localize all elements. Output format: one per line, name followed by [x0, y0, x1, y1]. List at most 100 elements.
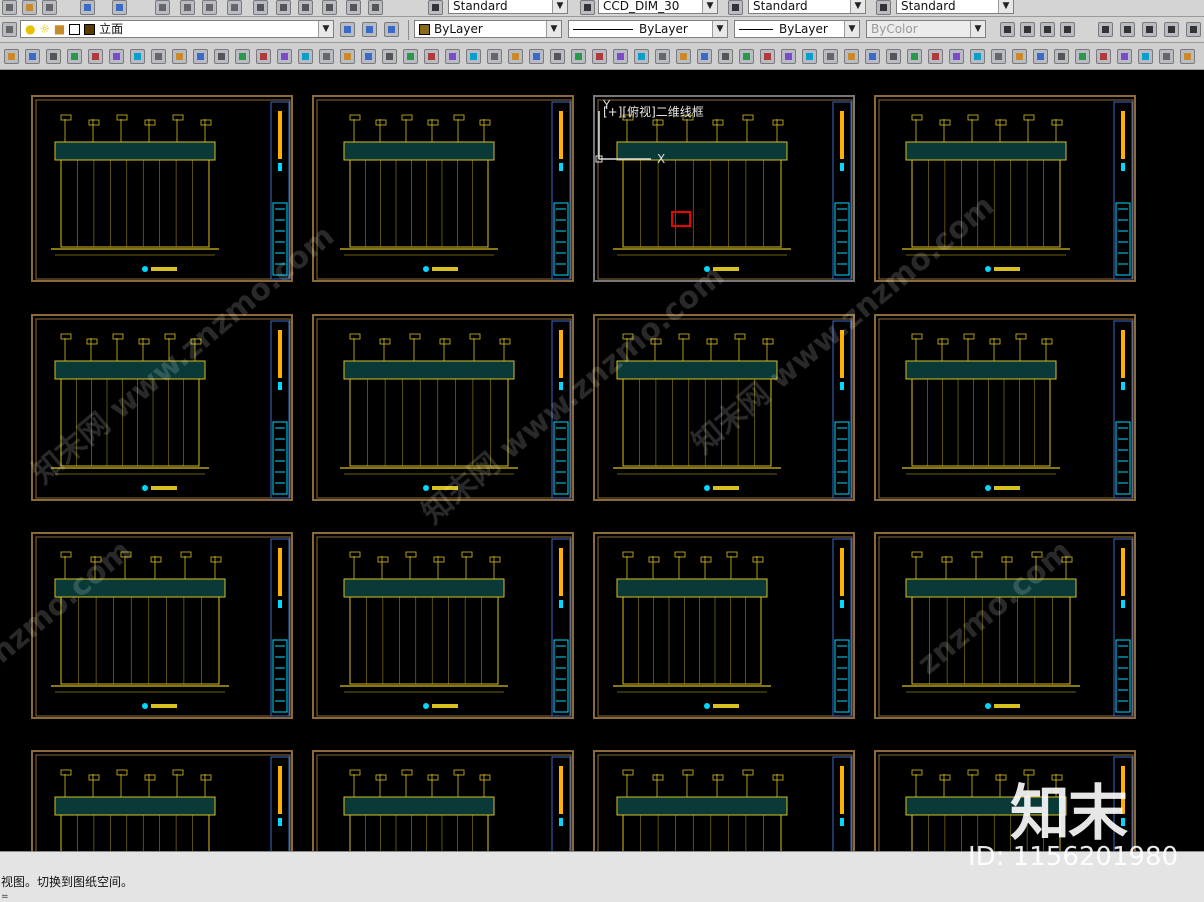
tool-palettes-icon[interactable] — [298, 0, 313, 15]
layer-previous-icon[interactable] — [362, 22, 377, 37]
zoom-window-icon[interactable] — [202, 0, 217, 15]
tool-icon[interactable] — [739, 49, 754, 64]
tool-icon[interactable] — [487, 49, 502, 64]
tool-icon[interactable] — [907, 49, 922, 64]
tool-icon[interactable] — [214, 49, 229, 64]
tool-icon[interactable] — [676, 49, 691, 64]
tool-icon[interactable] — [865, 49, 880, 64]
tool-icon[interactable] — [130, 49, 145, 64]
tool-icon[interactable] — [151, 49, 166, 64]
markup-icon[interactable] — [322, 0, 337, 15]
layout-sheet[interactable] — [31, 532, 293, 719]
layout-sheet[interactable] — [312, 750, 574, 851]
tool-icon[interactable] — [1054, 49, 1069, 64]
layout-sheet[interactable] — [312, 532, 574, 719]
tool-icon[interactable] — [1159, 49, 1174, 64]
redo-icon[interactable] — [112, 0, 127, 15]
tool-icon[interactable] — [886, 49, 901, 64]
open-icon[interactable] — [22, 0, 37, 15]
draworder-front-icon[interactable] — [1000, 22, 1015, 37]
layout-sheet[interactable] — [874, 95, 1136, 282]
color-select[interactable]: ByLayer ▼ — [414, 20, 562, 38]
layout-sheet[interactable] — [593, 314, 855, 501]
tool-icon[interactable] — [592, 49, 607, 64]
tool-icon[interactable] — [256, 49, 271, 64]
tool-icon[interactable] — [655, 49, 670, 64]
tool-icon[interactable] — [844, 49, 859, 64]
tool-icon[interactable] — [88, 49, 103, 64]
align-top-icon[interactable] — [1098, 22, 1113, 37]
align-middle-icon[interactable] — [1120, 22, 1135, 37]
tool-icon[interactable] — [949, 49, 964, 64]
tool-icon[interactable] — [1138, 49, 1153, 64]
tool-icon[interactable] — [508, 49, 523, 64]
layout-sheet[interactable] — [312, 314, 574, 501]
text-style-icon[interactable] — [428, 0, 443, 15]
tool-icon[interactable] — [571, 49, 586, 64]
tool-icon[interactable] — [403, 49, 418, 64]
layout-viewport-active[interactable]: [+][俯视]二维线框 Y X — [593, 95, 855, 282]
plotstyle-select[interactable]: ByColor ▼ — [866, 20, 986, 38]
layout-sheet[interactable] — [31, 750, 293, 851]
design-center-icon[interactable] — [276, 0, 291, 15]
zoom-previous-icon[interactable] — [227, 0, 242, 15]
layer-select[interactable]: ● ☼ ■ 立面 ▼ — [20, 20, 334, 38]
tool-icon[interactable] — [970, 49, 985, 64]
save-icon[interactable] — [42, 0, 57, 15]
lineweight-select[interactable]: ByLayer ▼ — [734, 20, 860, 38]
tool-icon[interactable] — [1012, 49, 1027, 64]
tool-icon[interactable] — [340, 49, 355, 64]
mleader-style-select[interactable]: Standard ▼ — [896, 0, 1014, 14]
tool-icon[interactable] — [382, 49, 397, 64]
table-style-select[interactable]: Standard ▼ — [748, 0, 866, 14]
tool-icon[interactable] — [361, 49, 376, 64]
properties-icon[interactable] — [253, 0, 268, 15]
dim-style-icon[interactable] — [580, 0, 595, 15]
pan-icon[interactable] — [155, 0, 170, 15]
tool-icon[interactable] — [193, 49, 208, 64]
layout-sheet[interactable] — [874, 532, 1136, 719]
draworder-under-icon[interactable] — [1060, 22, 1075, 37]
tool-icon[interactable] — [172, 49, 187, 64]
tool-icon[interactable] — [823, 49, 838, 64]
draworder-above-icon[interactable] — [1040, 22, 1055, 37]
linetype-select[interactable]: ByLayer ▼ — [568, 20, 728, 38]
new-icon[interactable] — [2, 0, 17, 15]
layer-state-icon[interactable] — [384, 22, 399, 37]
tool-icon[interactable] — [781, 49, 796, 64]
undo-icon[interactable] — [80, 0, 95, 15]
text-style-select[interactable]: Standard ▼ — [448, 0, 568, 14]
tool-icon[interactable] — [697, 49, 712, 64]
tool-icon[interactable] — [991, 49, 1006, 64]
layout-sheet[interactable] — [312, 95, 574, 282]
dim-style-select[interactable]: CCD_DIM_30 ▼ — [598, 0, 718, 14]
make-current-icon[interactable] — [340, 22, 355, 37]
calculator-icon[interactable] — [368, 0, 383, 15]
tool-icon[interactable] — [928, 49, 943, 64]
tool-icon[interactable] — [529, 49, 544, 64]
tool-icon[interactable] — [424, 49, 439, 64]
tool-icon[interactable] — [4, 49, 19, 64]
tool-icon[interactable] — [25, 49, 40, 64]
tool-icon[interactable] — [319, 49, 334, 64]
tool-icon[interactable] — [718, 49, 733, 64]
tool-icon[interactable] — [109, 49, 124, 64]
mleader-style-icon[interactable] — [876, 0, 891, 15]
tool-icon[interactable] — [298, 49, 313, 64]
tool-icon[interactable] — [67, 49, 82, 64]
tool-icon[interactable] — [760, 49, 775, 64]
align-bottom-icon[interactable] — [1142, 22, 1157, 37]
tool-icon[interactable] — [1033, 49, 1048, 64]
tool-icon[interactable] — [1117, 49, 1132, 64]
tool-icon[interactable] — [802, 49, 817, 64]
tool-icon[interactable] — [634, 49, 649, 64]
layer-properties-icon[interactable] — [2, 22, 17, 37]
align-right-icon[interactable] — [1186, 22, 1201, 37]
tool-icon[interactable] — [235, 49, 250, 64]
layout-sheet[interactable] — [31, 95, 293, 282]
table-style-icon[interactable] — [728, 0, 743, 15]
draworder-back-icon[interactable] — [1020, 22, 1035, 37]
layout-sheet[interactable] — [31, 314, 293, 501]
layout-sheet[interactable] — [593, 532, 855, 719]
tool-icon[interactable] — [613, 49, 628, 64]
